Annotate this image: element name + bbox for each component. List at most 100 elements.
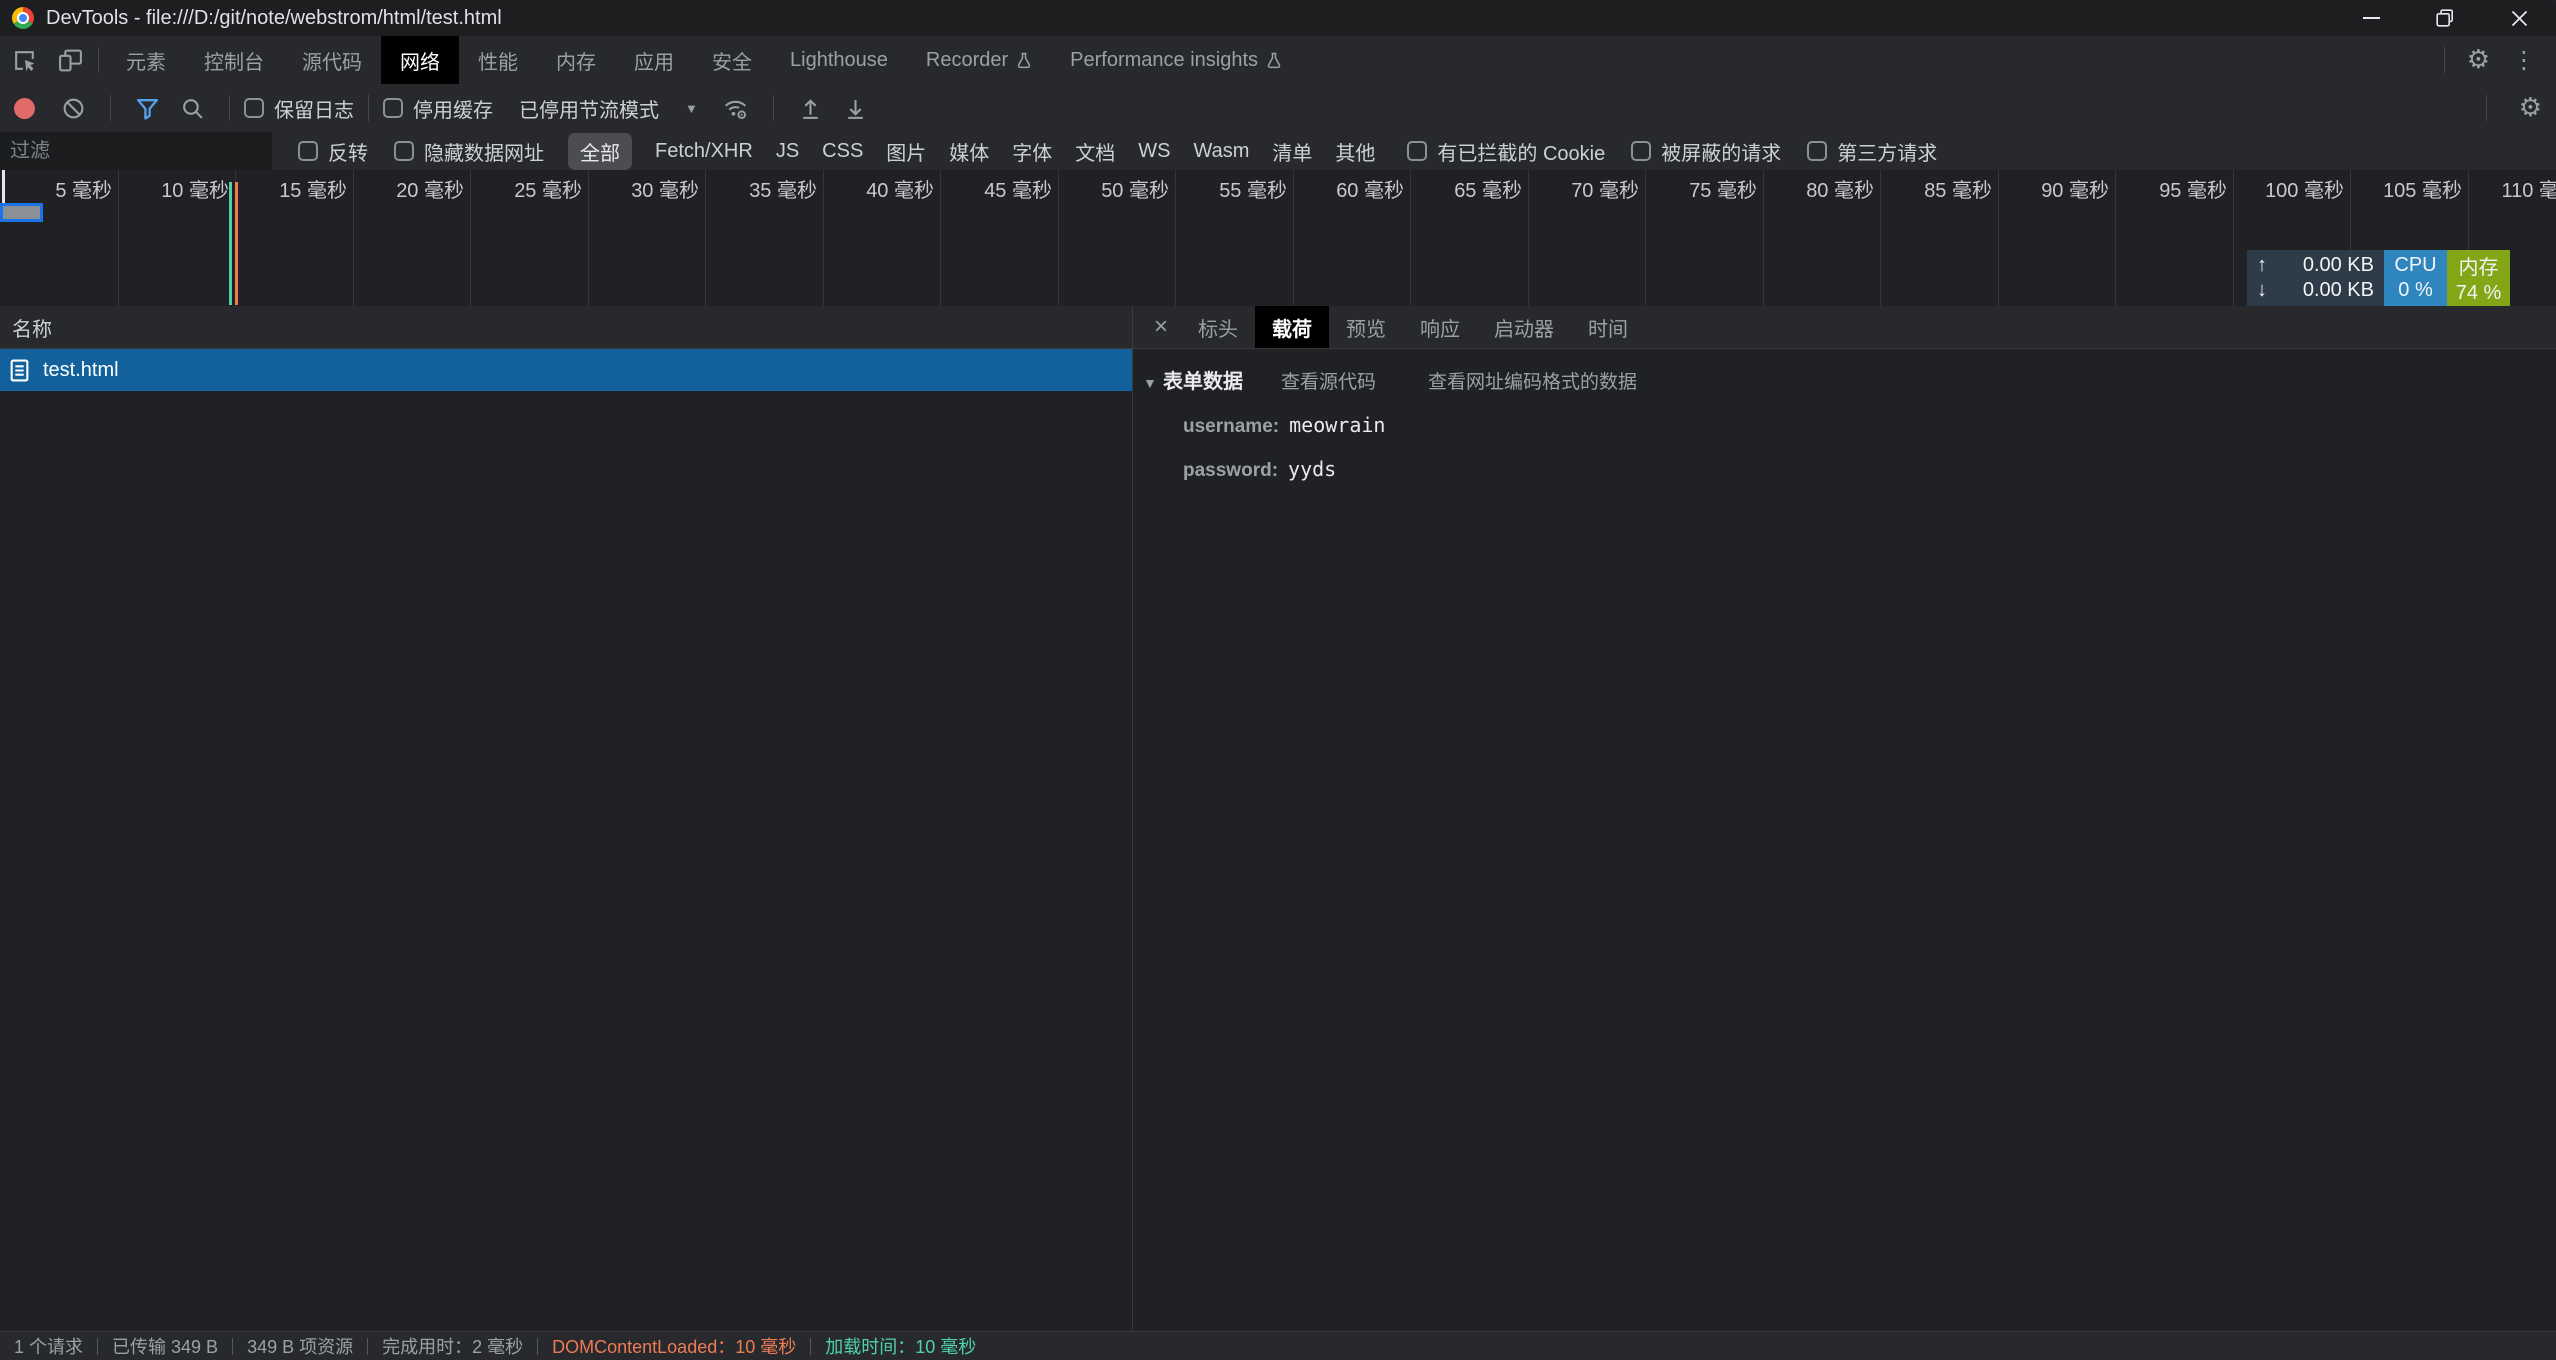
throttling-select[interactable]: 已停用节流模式 [519,94,659,123]
tab-elements[interactable]: 元素 [107,36,185,84]
tab-lighthouse[interactable]: Lighthouse [771,36,907,84]
filter-type-fetch-xhr[interactable]: Fetch/XHR [655,140,753,163]
detail-tab-headers[interactable]: 标头 [1181,306,1255,348]
network-toolbar: 保留日志 停用缓存 已停用节流模式 ▼ ⚙ [0,84,2556,133]
hide-data-urls-checkbox[interactable] [394,141,414,161]
request-list-pane: 名称 test.html [0,306,1133,1332]
tab-performance[interactable]: 性能 [459,36,537,84]
request-row[interactable]: test.html [0,349,1132,391]
tab-label: Lighthouse [790,49,888,72]
detail-tab-timing[interactable]: 时间 [1571,306,1645,348]
blocked-requests-checkbox[interactable] [1631,141,1651,161]
tab-recorder[interactable]: Recorder [907,36,1051,84]
search-icon[interactable] [180,96,205,121]
preserve-log-label: 保留日志 [274,94,354,123]
third-party-checkbox[interactable] [1807,141,1827,161]
filter-type-wasm[interactable]: Wasm [1194,140,1250,163]
tab-network[interactable]: 网络 [381,36,459,84]
request-details-pane: × 标头载荷预览响应启动器时间 ▼ 表单数据 查看源代码 查看网址编码格式的数据… [1133,306,2556,1332]
status-item: 加载时间：10 毫秒 [811,1333,990,1359]
more-options-kebab-icon[interactable]: ⋮ [2512,46,2536,74]
status-item: 1 个请求 [0,1333,97,1359]
invert-filter-checkbox[interactable] [298,141,318,161]
payload-value: yyds [1288,457,1336,481]
view-urlencoded-link[interactable]: 查看网址编码格式的数据 [1428,367,1637,394]
import-har-icon[interactable] [798,96,823,121]
settings-gear-icon[interactable]: ⚙ [2467,45,2490,75]
divider [98,47,99,73]
detail-tab-response[interactable]: 响应 [1403,306,1477,348]
hide-data-urls-label: 隐藏数据网址 [424,137,544,166]
preserve-log-checkbox[interactable] [244,98,264,118]
disable-cache-checkbox[interactable] [383,98,403,118]
restore-button[interactable] [2408,0,2482,36]
window-titlebar: DevTools - file:///D:/git/note/webstrom/… [0,0,2556,36]
status-item: 已传输 349 B [98,1333,232,1359]
detail-tab-preview[interactable]: 预览 [1329,306,1403,348]
chrome-logo-icon [12,7,34,29]
third-party-label: 第三方请求 [1837,137,1937,166]
status-item: 完成用时：2 毫秒 [368,1333,537,1359]
received-bytes: 0.00 KB [2267,279,2374,302]
clear-network-log-icon[interactable] [61,96,86,121]
tab-label: 控制台 [204,46,264,75]
resource-usage-legend: ↑ 0.00 KB ↓ 0.00 KB CPU 0 % 内存 74 % [2247,250,2510,306]
tab-console[interactable]: 控制台 [185,36,283,84]
form-data-section-title[interactable]: 表单数据 [1163,365,1243,394]
invert-filter-label: 反转 [328,137,368,166]
network-overview-timeline[interactable]: 5 毫秒10 毫秒15 毫秒20 毫秒25 毫秒30 毫秒35 毫秒40 毫秒4… [0,170,2556,307]
divider [2444,47,2445,73]
close-window-button[interactable] [2482,0,2556,36]
divider [229,95,230,121]
filter-type-css[interactable]: CSS [822,140,863,163]
inspect-element-icon[interactable] [12,47,39,74]
request-waterfall-bar[interactable] [0,203,43,222]
network-conditions-icon[interactable] [722,95,749,122]
blocked-cookies-checkbox[interactable] [1407,141,1427,161]
detail-tab-initiator[interactable]: 启动器 [1477,306,1571,348]
filter-type--[interactable]: 字体 [1012,137,1052,166]
tab-sources[interactable]: 源代码 [283,36,381,84]
filter-type--[interactable]: 清单 [1272,137,1312,166]
dcl-event-line [235,182,238,305]
filter-type-js[interactable]: JS [776,140,799,163]
cpu-value: 0 % [2398,279,2432,302]
divider [368,95,369,121]
payload-entry: password:yyds [1183,457,2556,482]
filter-type--[interactable]: 全部 [568,133,632,170]
detail-tab-payload[interactable]: 载荷 [1255,306,1329,348]
network-filter-bar: 反转 隐藏数据网址 全部 Fetch/XHR JS CSS 图片媒体字体文档 WS Wasm… [0,132,2556,171]
filter-funnel-icon[interactable] [135,96,160,121]
filter-type--[interactable]: 图片 [886,137,926,166]
tab-label: 网络 [400,46,440,75]
filter-type--[interactable]: 其他 [1335,137,1375,166]
close-details-icon[interactable]: × [1141,313,1181,341]
tab-security[interactable]: 安全 [693,36,771,84]
tab-performance-insights[interactable]: Performance insights [1051,36,1301,84]
tab-application[interactable]: 应用 [615,36,693,84]
device-toolbar-icon[interactable] [57,47,84,74]
tab-label: Performance insights [1070,49,1258,72]
divider [2486,95,2487,121]
experiment-flask-icon [1266,52,1282,69]
filter-type-ws[interactable]: WS [1138,140,1170,163]
minimize-button[interactable] [2334,0,2408,36]
chevron-down-icon[interactable]: ▼ [685,101,698,116]
network-main-area: 名称 test.html × 标头载荷预览响应启动器时间 ▼ 表单数据 查看源代… [0,306,2556,1332]
record-network-log-button[interactable] [14,98,35,119]
download-arrow-icon: ↓ [2257,279,2267,302]
filter-type--[interactable]: 媒体 [949,137,989,166]
network-settings-gear-icon[interactable]: ⚙ [2519,93,2542,123]
tab-label: 性能 [478,46,518,75]
name-column-header[interactable]: 名称 [0,306,1132,349]
network-status-bar: 1 个请求已传输 349 B349 B 项资源完成用时：2 毫秒DOMConte… [0,1331,2556,1360]
timeline-tick-label: 110 毫秒 [2429,174,2556,203]
collapse-triangle-icon[interactable]: ▼ [1143,375,1163,391]
load-event-line [229,182,232,305]
tab-memory[interactable]: 内存 [537,36,615,84]
view-source-link[interactable]: 查看源代码 [1281,367,1376,394]
filter-type--[interactable]: 文档 [1075,137,1115,166]
network-throughput-box: ↑ 0.00 KB ↓ 0.00 KB [2247,250,2384,306]
export-har-icon[interactable] [843,96,868,121]
filter-input[interactable] [0,132,272,170]
